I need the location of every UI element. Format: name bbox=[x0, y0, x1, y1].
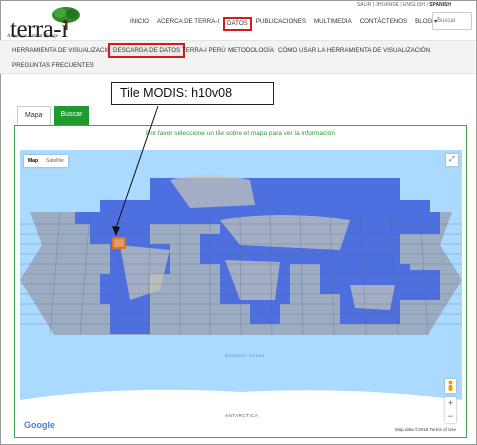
tab-mapa[interactable]: Mapa bbox=[17, 106, 51, 125]
map-data-text: Map data ©2016 bbox=[394, 427, 429, 432]
login-link[interactable]: SALIR | JHOANSE bbox=[357, 2, 399, 8]
selected-tile-h10v08 bbox=[112, 237, 126, 249]
map-type-satellite[interactable]: Satellite bbox=[42, 155, 68, 167]
main-nav: INICIO ACERCA DE TERRA-I DATOS PUBLICACI… bbox=[126, 17, 441, 31]
map-panel: Por favor seleccione un tile sobre el ma… bbox=[14, 125, 467, 438]
subnav-visualizacion[interactable]: HERRAMIENTA DE VISUALIZACIÓN bbox=[12, 47, 115, 54]
nav-acerca[interactable]: ACERCA DE TERRA-I bbox=[153, 17, 223, 31]
subnav-peru[interactable]: TERRA-I PERÚ bbox=[182, 47, 226, 54]
top-user-bar: SALIR | JHOANSE | ENGLISH | SPANISH bbox=[356, 2, 451, 8]
ocean-label: Southern Ocean bbox=[225, 353, 265, 358]
subnav-como-usar[interactable]: CÓMO USAR LA HERRAMIENTA DE VISUALIZACIÓ… bbox=[278, 47, 430, 54]
zoom-in-button[interactable]: + bbox=[445, 397, 456, 410]
lang-spanish[interactable]: SPANISH bbox=[429, 2, 451, 8]
lang-english[interactable]: ENGLISH bbox=[403, 2, 425, 8]
pegman-icon[interactable] bbox=[445, 379, 456, 393]
tab-buscar[interactable]: Buscar bbox=[53, 106, 90, 125]
instruction-text: Por favor seleccione un tile sobre el ma… bbox=[146, 130, 335, 137]
map-type-map[interactable]: Map bbox=[24, 155, 42, 167]
map-attribution: Map data ©2016 Terms of Use bbox=[392, 427, 458, 432]
tile-callout: Tile MODIS: h10v08 bbox=[111, 82, 274, 105]
google-logo: Google bbox=[24, 420, 55, 430]
zoom-out-button[interactable]: − bbox=[445, 410, 456, 423]
subnav-metodologia[interactable]: METODOLOGÍA bbox=[228, 47, 274, 54]
nav-multimedia[interactable]: MULTIMEDIA bbox=[310, 17, 356, 31]
zoom-control: + − bbox=[445, 397, 456, 423]
terms-link[interactable]: Terms of Use bbox=[429, 427, 456, 432]
subnav-descarga[interactable]: DESCARGA DE DATOS bbox=[108, 43, 186, 58]
map-type-control: Map Satellite bbox=[24, 155, 68, 167]
nav-publicaciones[interactable]: PUBLICACIONES bbox=[252, 17, 310, 31]
search-input[interactable]: Buscar bbox=[432, 12, 472, 30]
map-canvas bbox=[20, 175, 462, 434]
subnav-faq[interactable]: PREGUNTAS FRECUENTES bbox=[12, 62, 94, 69]
continent-label: ANTARCTICA bbox=[225, 413, 259, 418]
sub-nav: HERRAMIENTA DE VISUALIZACIÓN DESCARGA DE… bbox=[0, 40, 475, 74]
map-tabs: Mapa Buscar bbox=[17, 106, 90, 125]
fullscreen-button[interactable]: ⤢ bbox=[446, 154, 458, 166]
world-tile-map[interactable]: Map Satellite ⤢ Southern Ocean ANTARCTIC… bbox=[20, 150, 462, 434]
nav-contactenos[interactable]: CONTÁCTENOS bbox=[356, 17, 411, 31]
nav-inicio[interactable]: INICIO bbox=[126, 17, 153, 31]
nav-datos[interactable]: DATOS bbox=[223, 17, 252, 31]
brand-tagline: An eye on habitat change bbox=[7, 34, 58, 39]
